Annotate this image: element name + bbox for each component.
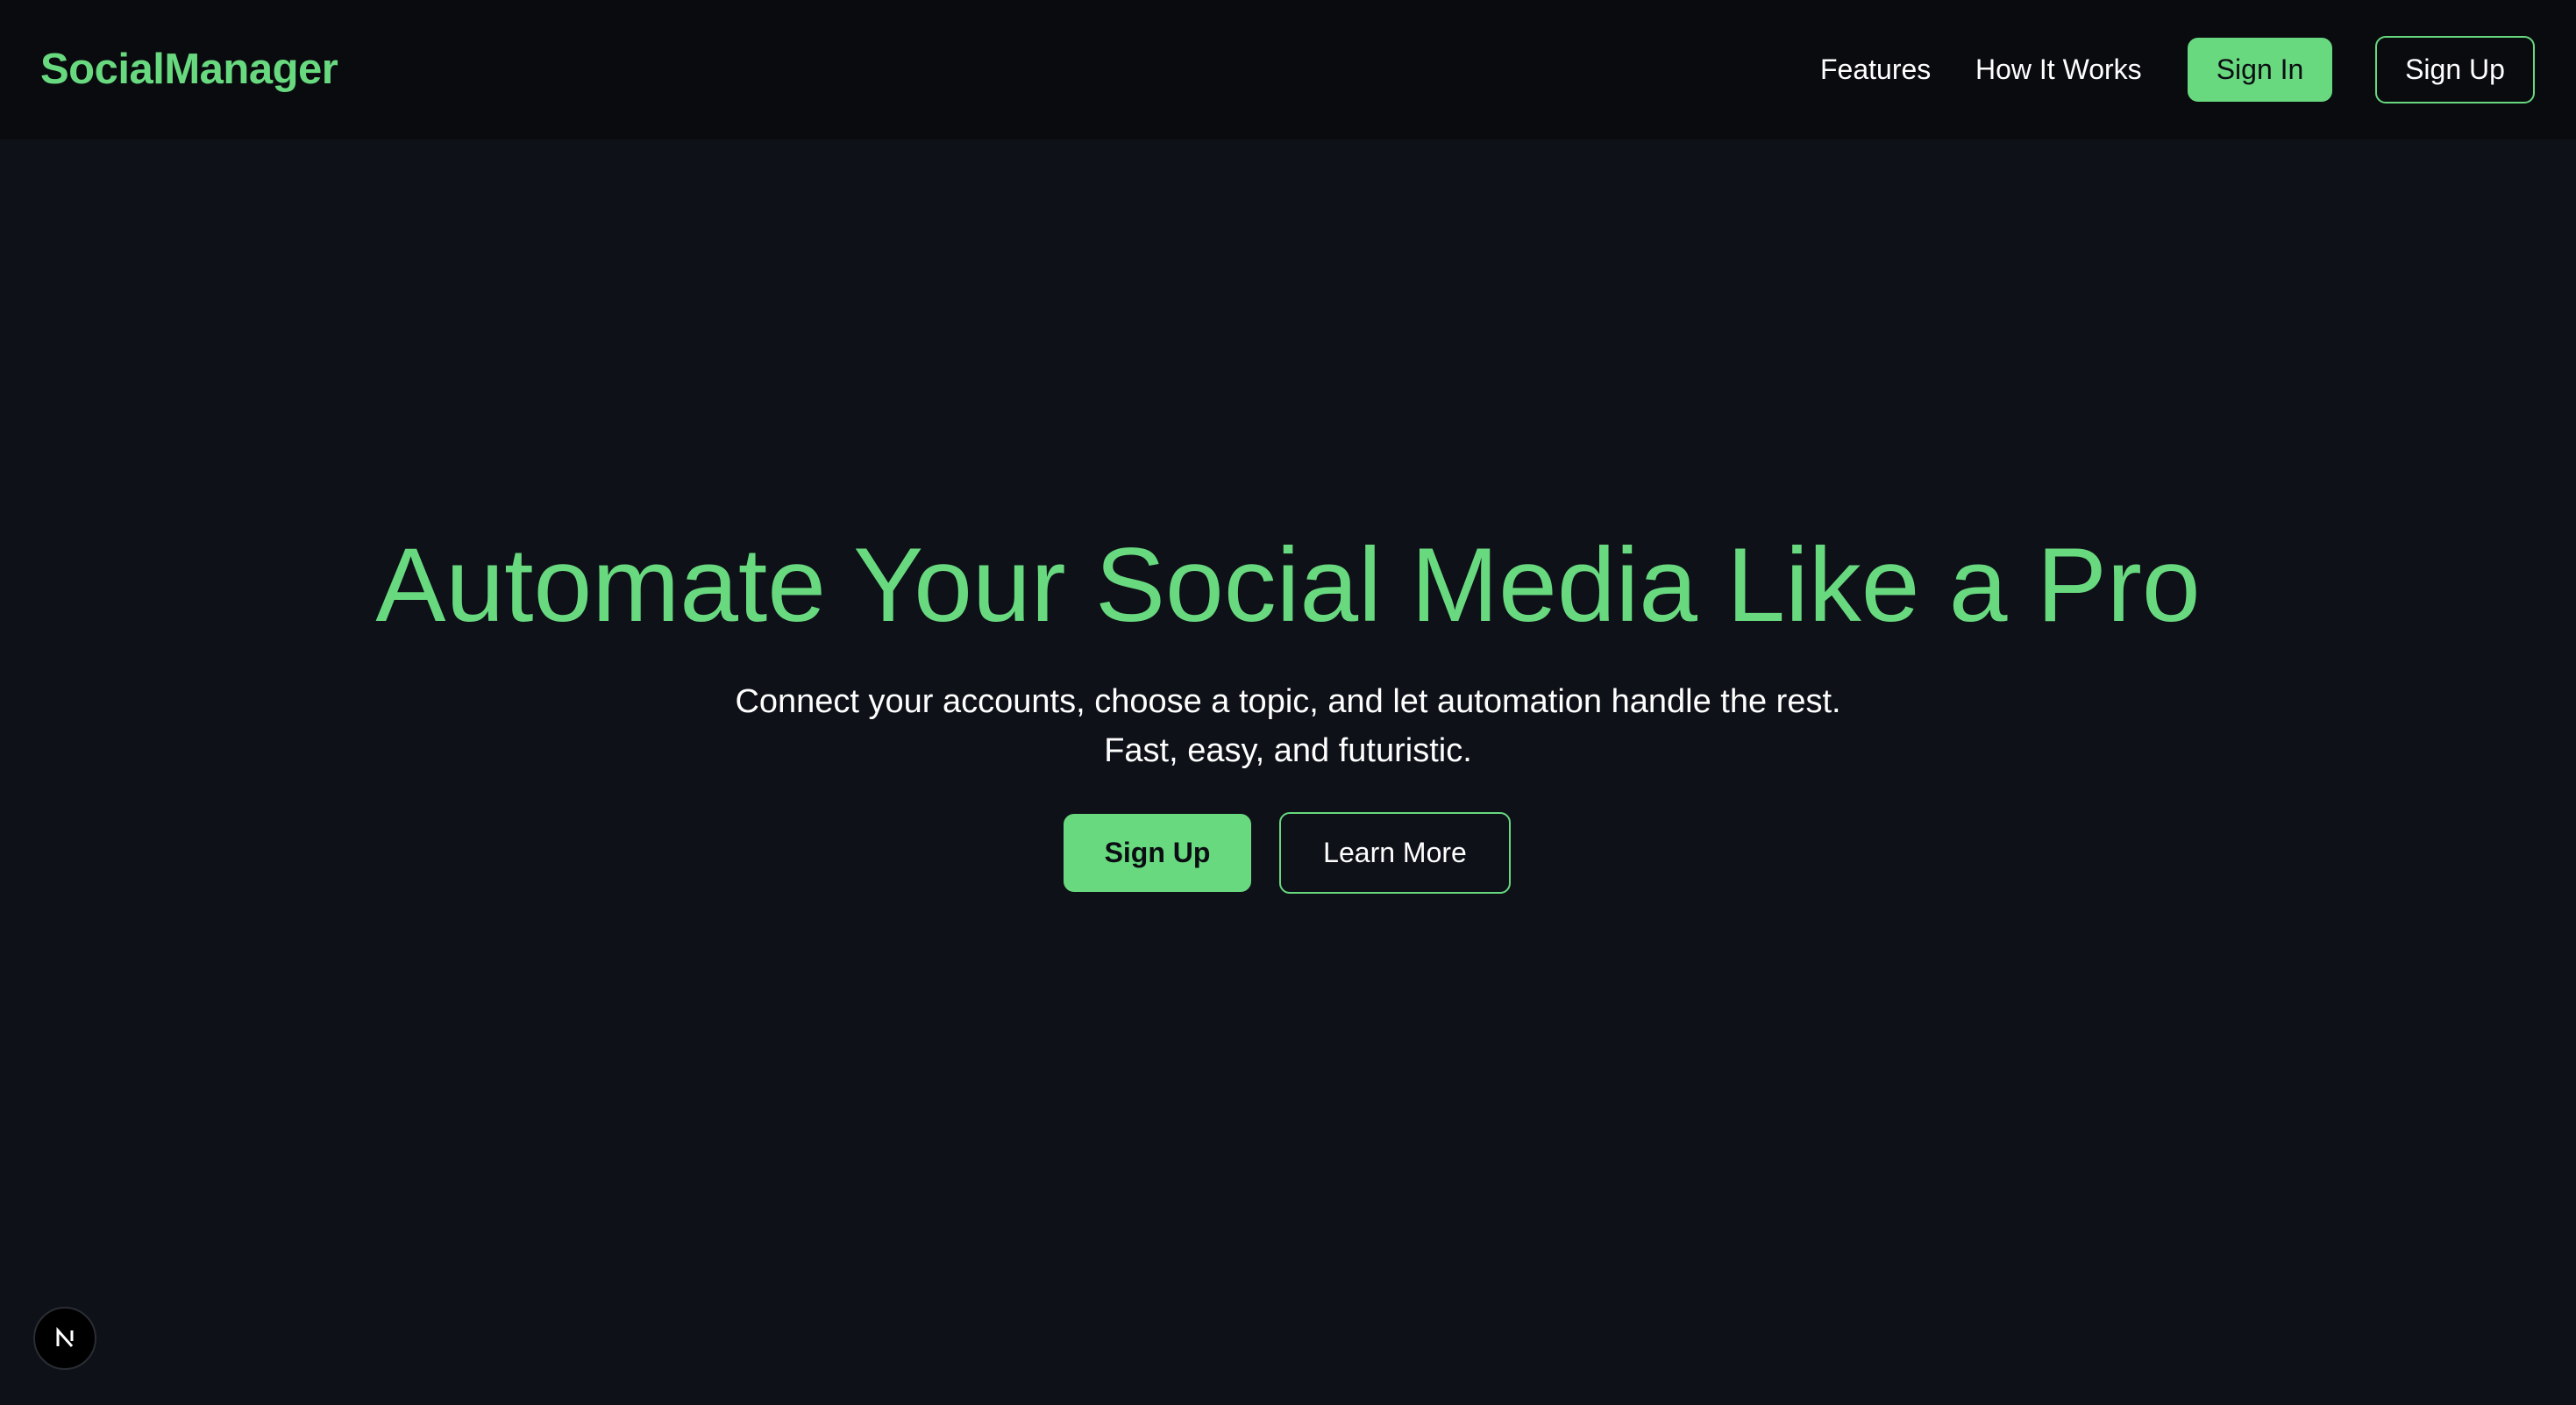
sign-up-button[interactable]: Sign Up	[2375, 36, 2535, 103]
hero-sign-up-button[interactable]: Sign Up	[1064, 814, 1251, 892]
navbar: SocialManager Features How It Works Sign…	[0, 0, 2576, 139]
nav-link-features[interactable]: Features	[1820, 0, 1931, 139]
hero-subtitle: Connect your accounts, choose a topic, a…	[735, 683, 1841, 769]
nextjs-n-icon	[56, 1327, 74, 1347]
hero-title: Automate Your Social Media Like a Pro	[375, 526, 2201, 644]
sign-in-button[interactable]: Sign In	[2188, 38, 2332, 102]
brand-logo[interactable]: SocialManager	[40, 0, 338, 139]
learn-more-button[interactable]: Learn More	[1279, 812, 1511, 894]
nav-link-how-it-works[interactable]: How It Works	[1975, 0, 2142, 139]
nextjs-dev-badge[interactable]	[33, 1307, 96, 1370]
